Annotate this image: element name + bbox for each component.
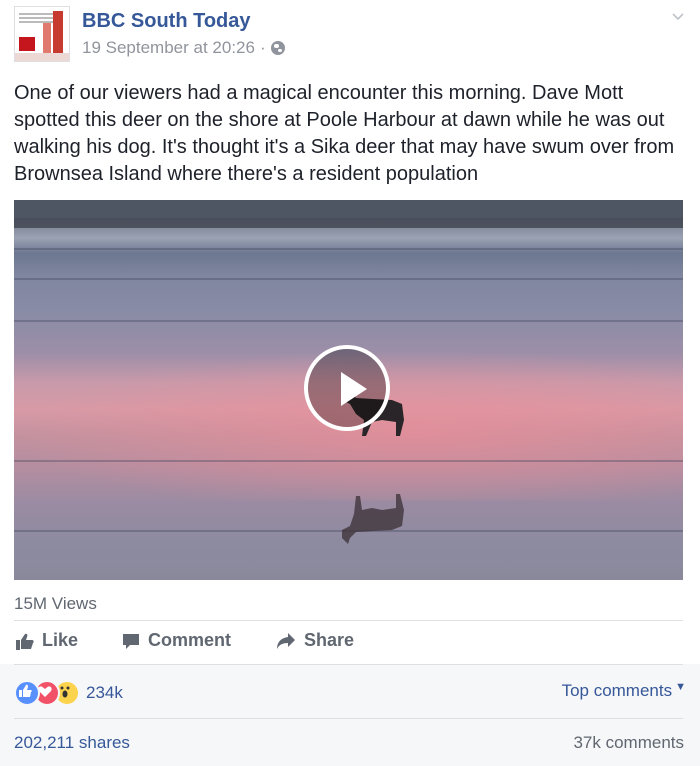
post-message: One of our viewers had a magical encount… — [14, 82, 675, 185]
chevron-down-icon[interactable] — [672, 10, 684, 22]
video-shoreline — [14, 218, 683, 228]
top-comments-dropdown[interactable]: Top comments ▼ — [562, 681, 686, 701]
water-ripple — [14, 460, 683, 462]
like-reaction-icon — [14, 680, 40, 706]
comment-label: Comment — [148, 630, 232, 650]
like-button[interactable]: Like — [16, 630, 78, 651]
water-ripple — [14, 320, 683, 322]
avatar-tower — [53, 11, 63, 55]
view-count: 15M Views — [14, 594, 97, 613]
reaction-count: 234k — [86, 683, 123, 702]
video-player[interactable] — [14, 200, 683, 580]
top-comments-label: Top comments — [561, 681, 673, 700]
globe-icon[interactable] — [270, 41, 285, 55]
water-ripple — [14, 248, 683, 250]
share-label: Share — [304, 630, 355, 650]
divider — [14, 718, 683, 719]
post-timestamp[interactable]: 19 September at 20:26 — [82, 38, 255, 58]
video-post: BBC South Today 19 September at 20:26 · … — [0, 0, 700, 766]
like-label: Like — [42, 630, 79, 650]
share-button[interactable]: Share — [276, 630, 354, 651]
deer-reflection — [342, 494, 404, 544]
divider — [14, 664, 683, 665]
page-avatar[interactable] — [14, 6, 70, 62]
divider — [14, 620, 683, 621]
video-horizon — [14, 200, 683, 218]
comment-icon — [123, 633, 139, 649]
comments-count-link[interactable]: 37k comments — [573, 733, 684, 753]
avatar-base — [15, 53, 69, 61]
share-arrow-icon — [277, 632, 295, 649]
comment-button[interactable]: Comment — [122, 630, 231, 651]
thumbs-up-icon — [16, 633, 34, 650]
avatar-red-tile — [19, 37, 35, 51]
avatar-tower-small — [43, 23, 51, 55]
play-icon — [341, 372, 367, 406]
water-ripple — [14, 278, 683, 280]
play-button[interactable] — [304, 345, 390, 431]
reactions-summary[interactable]: 234k — [14, 680, 123, 706]
shares-link[interactable]: 202,211 shares — [14, 733, 130, 753]
meta-separator: · — [259, 38, 266, 57]
page-name-link[interactable]: BBC South Today — [82, 10, 251, 33]
caret-down-icon: ▼ — [675, 681, 686, 693]
post-meta: 19 September at 20:26 · — [82, 38, 285, 58]
